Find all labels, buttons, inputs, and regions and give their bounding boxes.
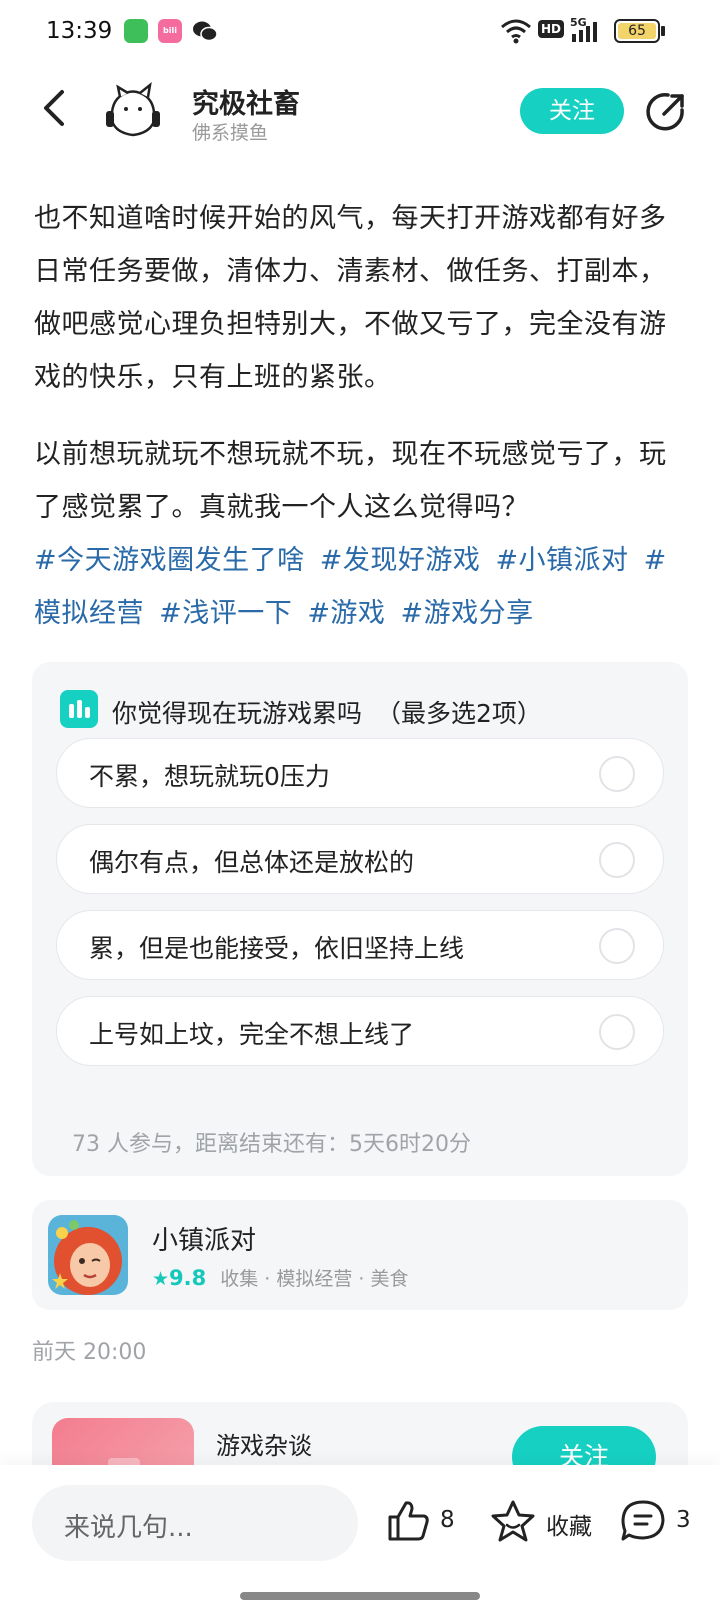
hashtag-link[interactable]: #今天游戏圈发生了啥	[34, 545, 305, 576]
status-time: 13:39	[46, 18, 113, 44]
bottom-action-bar: 来说几句... 8 收藏 3	[0, 1465, 720, 1612]
comment-placeholder: 来说几句...	[64, 1513, 193, 1543]
hd-badge: HD	[538, 20, 565, 38]
poll-title: 你觉得现在玩游戏累吗 （最多选2项）	[112, 694, 542, 730]
hashtag-link[interactable]: #小镇派对	[495, 545, 628, 576]
comment-input[interactable]: 来说几句...	[32, 1485, 358, 1561]
signal-icon: 5G	[570, 16, 602, 44]
author-name[interactable]: 究极社畜	[192, 82, 300, 121]
game-card[interactable]: 小镇派对 ★9.8 收集 · 模拟经营 · 美食	[32, 1200, 688, 1310]
share-icon[interactable]	[644, 90, 688, 134]
battery-level: 65	[618, 23, 656, 39]
post-tags: #今天游戏圈发生了啥 #发现好游戏 #小镇派对 #模拟经营 #浅评一下 #游戏 …	[34, 534, 688, 640]
back-arrow-icon[interactable]	[36, 86, 72, 130]
favorite-button[interactable]: 收藏	[490, 1491, 594, 1549]
post-paragraph: 以前想玩就玩不想玩就不玩，现在不玩感觉亏了，玩了感觉累了。真就我一个人这么觉得吗…	[34, 439, 667, 523]
circle-name[interactable]: 游戏杂谈	[216, 1426, 312, 1461]
poll-option-label: 不累，想玩就玩0压力	[89, 762, 330, 791]
hashtag-link[interactable]: #游戏分享	[401, 598, 534, 629]
poll-option-label: 上号如上坟，完全不想上线了	[89, 1020, 415, 1049]
home-indicator[interactable]	[240, 1592, 480, 1600]
poll-option[interactable]: 偶尔有点，但总体还是放松的	[56, 824, 664, 894]
wechat-app-icon	[192, 19, 218, 43]
post-paragraph: 也不知道啥时候开始的风气，每天打开游戏都有好多日常任务要做，清体力、清素材、做任…	[34, 203, 667, 393]
hashtag-link[interactable]: #游戏	[307, 598, 385, 629]
wifi-icon	[500, 18, 532, 48]
comment-count: 3	[676, 1507, 691, 1533]
like-count: 8	[440, 1507, 455, 1533]
poll-option[interactable]: 不累，想玩就玩0压力	[56, 738, 664, 808]
poll-stats: 73 人参与，距离结束还有：5天6时20分	[72, 1132, 471, 1157]
comment-button[interactable]: 3	[620, 1491, 691, 1549]
star-outline-icon	[491, 1500, 535, 1542]
game-app-icon[interactable]	[48, 1215, 128, 1295]
poll-question: 你觉得现在玩游戏累吗	[112, 699, 363, 728]
comment-bubble-icon	[621, 1500, 665, 1541]
messages-app-icon	[124, 19, 148, 43]
battery-icon: 65	[614, 19, 660, 43]
game-meta: ★9.8 收集 · 模拟经营 · 美食	[152, 1264, 409, 1291]
favorite-label: 收藏	[546, 1514, 592, 1540]
radio-circle-icon[interactable]	[599, 756, 635, 792]
author-avatar[interactable]	[104, 81, 162, 139]
thumbs-up-icon	[388, 1501, 429, 1541]
like-button[interactable]: 8	[386, 1491, 456, 1549]
star-icon: ★	[152, 1268, 170, 1290]
game-name[interactable]: 小镇派对	[152, 1220, 256, 1257]
game-rating: 9.8	[169, 1266, 207, 1290]
author-subtitle: 佛系摸鱼	[192, 122, 269, 144]
hashtag-link[interactable]: #浅评一下	[159, 598, 292, 629]
poll-hint: （最多选2项）	[376, 699, 542, 728]
radio-circle-icon[interactable]	[599, 1014, 635, 1050]
follow-author-button[interactable]: 关注	[520, 88, 624, 134]
poll-option-label: 累，但是也能接受，依旧坚持上线	[89, 934, 465, 963]
post-body: 也不知道啥时候开始的风气，每天打开游戏都有好多日常任务要做，清体力、清素材、做任…	[34, 192, 688, 640]
poll-option[interactable]: 累，但是也能接受，依旧坚持上线	[56, 910, 664, 980]
poll-option-label: 偶尔有点，但总体还是放松的	[89, 848, 415, 877]
bilibili-app-icon: bili	[158, 19, 182, 43]
bar-chart-icon	[60, 690, 98, 728]
poll-card: 你觉得现在玩游戏累吗 （最多选2项） 不累，想玩就玩0压力 偶尔有点，但总体还是放…	[32, 662, 688, 1176]
radio-circle-icon[interactable]	[599, 928, 635, 964]
poll-option[interactable]: 上号如上坟，完全不想上线了	[56, 996, 664, 1066]
hashtag-link[interactable]: #发现好游戏	[320, 545, 481, 576]
game-tags: 收集 · 模拟经营 · 美食	[220, 1268, 409, 1290]
post-header: 究极社畜 佛系摸鱼 关注	[0, 64, 720, 152]
post-timestamp: 前天 20:00	[32, 1340, 147, 1365]
radio-circle-icon[interactable]	[599, 842, 635, 878]
battery-tip	[661, 26, 665, 36]
status-bar: 13:39 bili HD 5G 65	[0, 0, 720, 64]
